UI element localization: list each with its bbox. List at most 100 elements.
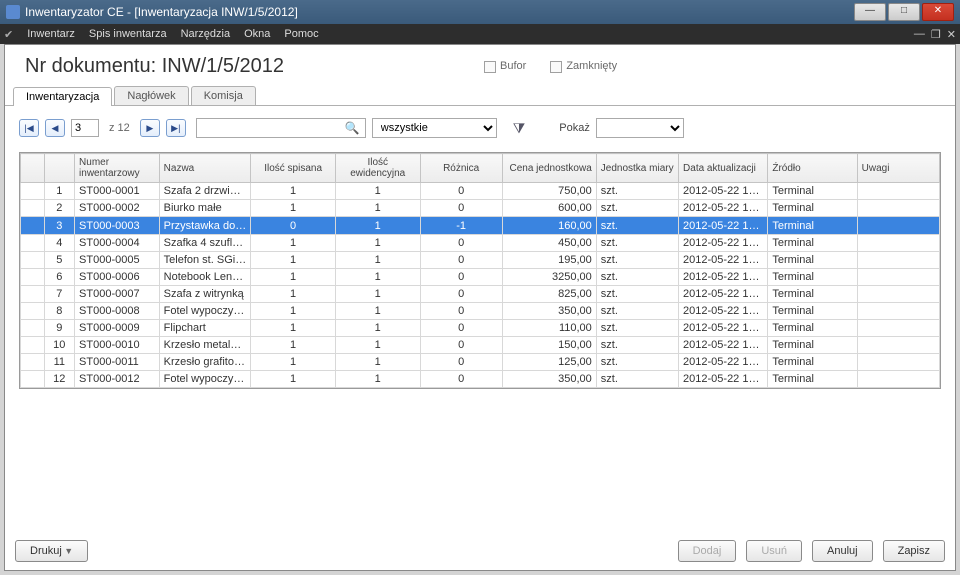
document-label: Nr dokumentu: INW/1/5/2012: [25, 55, 284, 78]
cell-data: 2012-05-22 12:29: [679, 235, 768, 252]
table-row[interactable]: 6ST000-0006Notebook Lenov...1103250,00sz…: [21, 269, 940, 286]
nav-last-button[interactable]: ▶|: [166, 119, 186, 137]
cell-src: Terminal: [768, 252, 857, 269]
cell-src: Terminal: [768, 354, 857, 371]
cell-ewid: 1: [335, 269, 420, 286]
inner-minimize-icon[interactable]: —: [914, 28, 925, 41]
table-row[interactable]: 5ST000-0005Telefon st. SGiga...110195,00…: [21, 252, 940, 269]
search-input[interactable]: [196, 118, 366, 138]
cell-spis: 1: [251, 286, 336, 303]
cell-rownum: 4: [44, 235, 75, 252]
table-header-row: Numer inwentarzowy Nazwa Ilość spisana I…: [21, 154, 940, 183]
col-marker[interactable]: [21, 154, 45, 183]
cell-jm: szt.: [596, 252, 678, 269]
cell-jm: szt.: [596, 320, 678, 337]
tab-naglowek[interactable]: Nagłówek: [114, 86, 188, 105]
cell-name: Biurko małe: [159, 200, 251, 217]
pokaz-select[interactable]: [596, 118, 684, 138]
cell-marker: [21, 320, 45, 337]
cell-ewid: 1: [335, 303, 420, 320]
cell-roz: 0: [420, 183, 502, 200]
nav-first-button[interactable]: |◀: [19, 119, 39, 137]
cell-src: Terminal: [768, 235, 857, 252]
cell-inv: ST000-0008: [75, 303, 160, 320]
nav-next-button[interactable]: ▶: [140, 119, 160, 137]
col-zrodlo[interactable]: Źródło: [768, 154, 857, 183]
col-ilosc-ewidencyjna[interactable]: Ilość ewidencyjna: [335, 154, 420, 183]
inner-restore-icon[interactable]: ❐: [931, 28, 941, 41]
close-button[interactable]: ✕: [922, 3, 954, 21]
cell-data: 2012-05-22 12:29: [679, 354, 768, 371]
cell-uw: [857, 269, 939, 286]
menu-pomoc[interactable]: Pomoc: [284, 28, 318, 40]
cell-rownum: 8: [44, 303, 75, 320]
col-nazwa[interactable]: Nazwa: [159, 154, 251, 183]
cell-inv: ST000-0007: [75, 286, 160, 303]
col-ilosc-spisana[interactable]: Ilość spisana: [251, 154, 336, 183]
cell-name: Fotel wypoczynk...: [159, 303, 251, 320]
table-row[interactable]: 8ST000-0008Fotel wypoczynk...110350,00sz…: [21, 303, 940, 320]
cell-roz: 0: [420, 354, 502, 371]
table-row[interactable]: 7ST000-0007Szafa z witrynką110825,00szt.…: [21, 286, 940, 303]
cell-uw: [857, 337, 939, 354]
col-numer-inwentarzowy[interactable]: Numer inwentarzowy: [75, 154, 160, 183]
table-row[interactable]: ▶3ST000-0003Przystawka do bi...01-1160,0…: [21, 217, 940, 235]
minimize-button[interactable]: —: [854, 3, 886, 21]
col-jednostka-miary[interactable]: Jednostka miary: [596, 154, 678, 183]
usun-button[interactable]: Usuń: [746, 540, 802, 562]
col-uwagi[interactable]: Uwagi: [857, 154, 939, 183]
menu-spis-inwentarza[interactable]: Spis inwentarza: [89, 28, 167, 40]
nav-prev-button[interactable]: ◀: [45, 119, 65, 137]
cell-src: Terminal: [768, 269, 857, 286]
inner-close-icon[interactable]: ✕: [947, 28, 956, 41]
cell-rownum: 3: [44, 217, 75, 235]
cell-marker: [21, 183, 45, 200]
menu-check-icon: ✔: [4, 28, 13, 41]
menubar: ✔ Inwentarz Spis inwentarza Narzędzia Ok…: [0, 24, 960, 44]
dodaj-button[interactable]: Dodaj: [678, 540, 737, 562]
col-rownum[interactable]: [44, 154, 75, 183]
pokaz-label: Pokaż: [559, 122, 590, 134]
drukuj-button[interactable]: Drukuj: [15, 540, 88, 562]
table-row[interactable]: 11ST000-0011Krzesło grafitowe110125,00sz…: [21, 354, 940, 371]
menu-narzedzia[interactable]: Narzędzia: [181, 28, 231, 40]
cell-roz: -1: [420, 217, 502, 235]
cell-name: Notebook Lenov...: [159, 269, 251, 286]
nav-current-input[interactable]: [71, 119, 99, 137]
cell-cena: 110,00: [502, 320, 596, 337]
cell-src: Terminal: [768, 200, 857, 217]
filter-type-select[interactable]: wszystkie: [372, 118, 497, 138]
cell-ewid: 1: [335, 235, 420, 252]
nav-total-label: z 12: [105, 122, 134, 134]
table-row[interactable]: 12ST000-0012Fotel wypoczynk...110350,00s…: [21, 371, 940, 388]
doc-label-text: Nr dokumentu:: [25, 55, 156, 77]
table-row[interactable]: 10ST000-0010Krzesło metalowe110150,00szt…: [21, 337, 940, 354]
maximize-button[interactable]: □: [888, 3, 920, 21]
cell-roz: 0: [420, 320, 502, 337]
cell-rownum: 2: [44, 200, 75, 217]
inventory-table[interactable]: Numer inwentarzowy Nazwa Ilość spisana I…: [20, 153, 940, 388]
cell-ewid: 1: [335, 337, 420, 354]
cell-data: 2012-05-22 12:29: [679, 200, 768, 217]
table-row[interactable]: 9ST000-0009Flipchart110110,00szt.2012-05…: [21, 320, 940, 337]
table-row[interactable]: 2ST000-0002Biurko małe110600,00szt.2012-…: [21, 200, 940, 217]
tab-inwentaryzacja[interactable]: Inwentaryzacja: [13, 87, 112, 106]
filter-funnel-icon[interactable]: ⧩: [513, 120, 526, 137]
col-cena-jednostkowa[interactable]: Cena jednostkowa: [502, 154, 596, 183]
table-row[interactable]: 4ST000-0004Szafka 4 szuflady110450,00szt…: [21, 235, 940, 252]
tab-komisja[interactable]: Komisja: [191, 86, 256, 105]
cell-spis: 1: [251, 303, 336, 320]
menu-okna[interactable]: Okna: [244, 28, 270, 40]
col-roznica[interactable]: Różnica: [420, 154, 502, 183]
cell-src: Terminal: [768, 337, 857, 354]
zapisz-button[interactable]: Zapisz: [883, 540, 945, 562]
table-row[interactable]: 1ST000-0001Szafa 2 drzwiowa110750,00szt.…: [21, 183, 940, 200]
bufor-checkbox[interactable]: Bufor: [484, 60, 526, 72]
cell-jm: szt.: [596, 183, 678, 200]
cell-cena: 195,00: [502, 252, 596, 269]
cell-spis: 1: [251, 337, 336, 354]
menu-inwentarz[interactable]: Inwentarz: [27, 28, 75, 40]
col-data-aktualizacji[interactable]: Data aktualizacji: [679, 154, 768, 183]
anuluj-button[interactable]: Anuluj: [812, 540, 873, 562]
zamkniety-checkbox[interactable]: Zamknięty: [550, 60, 617, 72]
